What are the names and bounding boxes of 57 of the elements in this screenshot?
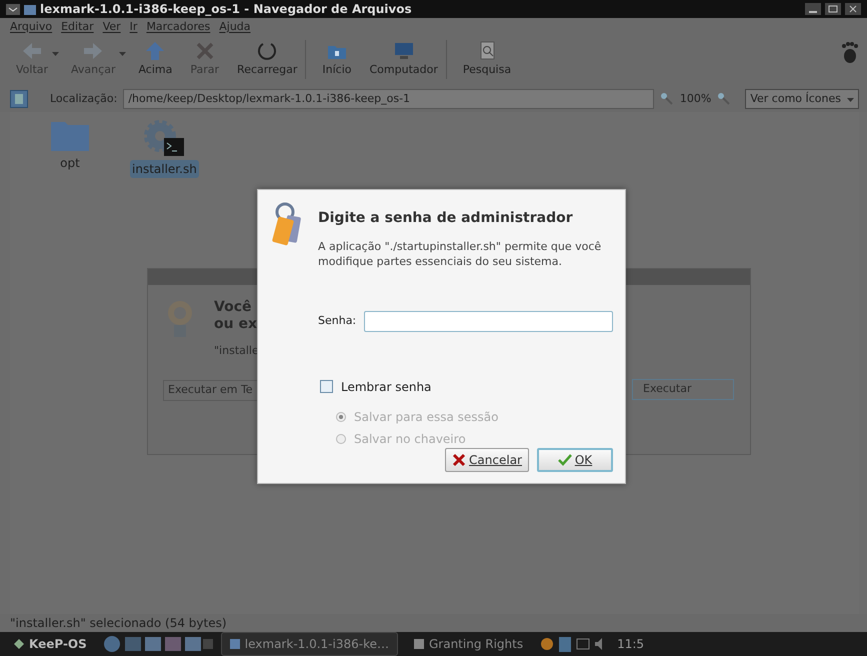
menu-item[interactable]: Arquivo [10, 18, 52, 36]
window-menu-icon[interactable] [6, 4, 20, 14]
clock: 11:5 [617, 636, 644, 653]
search-button[interactable]: Pesquisa [454, 40, 520, 78]
gnome-foot-icon [839, 40, 859, 64]
password-field[interactable] [364, 310, 613, 332]
monitor-icon [392, 40, 415, 62]
remember-checkbox[interactable] [320, 380, 333, 394]
minimize-icon[interactable] [805, 3, 821, 15]
location-field[interactable]: /home/keep/Desktop/lexmark-1.0.1-i386-keep_os-1 [123, 89, 654, 109]
start-menu-button[interactable]: KeeP-OS [6, 633, 95, 655]
reload-button[interactable]: Recarregar [229, 40, 306, 78]
quick-launch-icons[interactable] [102, 635, 213, 653]
cancel-button[interactable]: Cancelar [445, 448, 529, 472]
gear-terminal-icon[interactable] [142, 118, 186, 158]
run-in-terminal-button[interactable]: Executar em Te [163, 380, 258, 400]
menu-item[interactable]: Marcadores [146, 18, 210, 36]
dialog-heading: ou ex [214, 316, 258, 333]
menu-item[interactable]: Ajuda [219, 18, 251, 36]
dialog-heading: Você [214, 299, 252, 316]
window-title: lexmark-1.0.1-i386-keep_os-1 - Navegador de Arquivos [40, 1, 412, 18]
dialog-message: A aplicação "./startupinstaller.sh" permite que você modifique partes essenciais do seu sistema. [318, 238, 602, 269]
keys-icon [272, 202, 304, 246]
dialog-text: "installe [214, 343, 259, 359]
zoom-out-icon[interactable] [660, 92, 674, 106]
caret-icon [847, 98, 854, 102]
up-button[interactable]: Acima [130, 40, 180, 78]
zoom-level: 100% [680, 90, 712, 107]
forward-arrow-icon [82, 40, 104, 62]
dialog-title: Digite a senha de administrador [318, 210, 574, 227]
taskbar-task[interactable]: Granting Rights [406, 633, 532, 655]
home-button[interactable]: Início [314, 40, 360, 78]
diamond-icon [14, 639, 24, 649]
back-arrow-icon [21, 40, 44, 62]
close-icon[interactable] [845, 3, 861, 15]
file-name[interactable]: opt [60, 154, 80, 172]
ok-button[interactable]: OK [537, 448, 613, 472]
computer-button[interactable]: Computador [361, 40, 447, 78]
window-icon [414, 639, 424, 649]
cross-icon [452, 452, 466, 467]
location-label: Localização: [50, 90, 118, 107]
location-toggle-icon[interactable] [10, 90, 28, 108]
run-button[interactable]: Executar [632, 379, 734, 400]
menu-item[interactable]: Ver [102, 18, 121, 36]
view-mode-dropdown[interactable]: Ver como Ícones [745, 89, 859, 109]
checkbox-label[interactable]: Lembrar senha [341, 378, 432, 396]
file-name[interactable]: installer.sh [130, 160, 199, 178]
password-label: Senha: [318, 313, 356, 330]
zoom-in-icon[interactable] [717, 92, 732, 106]
up-arrow-icon [144, 40, 166, 62]
taskbar-task[interactable]: lexmark-1.0.1-i386-ke… [220, 632, 398, 656]
maximize-icon[interactable] [825, 3, 841, 15]
checkmark-icon [558, 454, 572, 466]
menu-item[interactable]: Editar [61, 18, 94, 36]
window-icon [230, 639, 240, 649]
menu-item[interactable]: Ir [130, 18, 138, 36]
folder-icon [24, 3, 36, 15]
